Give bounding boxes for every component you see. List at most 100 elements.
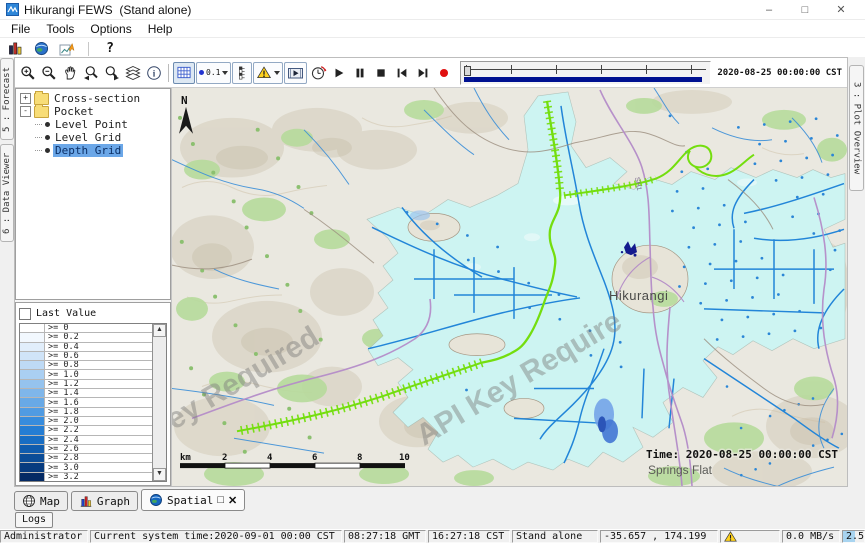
menu-file[interactable]: File <box>3 21 38 37</box>
close-panel-icon[interactable]: ✕ <box>228 494 237 507</box>
expand-icon[interactable]: + <box>20 93 31 104</box>
legend-row[interactable]: >= 0 <box>20 324 152 333</box>
record-icon[interactable] <box>434 62 454 83</box>
gauge-scale-button[interactable] <box>232 62 252 84</box>
skip-to-start-icon[interactable] <box>392 62 412 83</box>
svg-text:10: 10 <box>399 453 410 463</box>
pan-hand-icon[interactable] <box>60 62 80 83</box>
tree-guide <box>35 124 42 125</box>
skip-to-end-icon[interactable] <box>413 62 433 83</box>
timeline-slider[interactable] <box>460 61 711 85</box>
legend-row[interactable]: >= 3.2 <box>20 473 152 481</box>
legend-row[interactable]: >= 2.6 <box>20 445 152 454</box>
tree-item-label: Level Point <box>53 118 130 131</box>
warnings-dropdown[interactable] <box>253 62 283 84</box>
info-icon[interactable]: i <box>144 62 164 83</box>
tree-item-depth-grid[interactable]: Depth Grid <box>31 144 170 157</box>
tab-data-viewer[interactable]: 6 : Data Viewer <box>0 144 14 242</box>
scroll-down-icon[interactable]: ▼ <box>153 468 166 481</box>
zoom-in-icon[interactable] <box>18 62 38 83</box>
legend-threshold-label: >= 2.8 <box>45 454 152 462</box>
legend-row[interactable]: >= 1.4 <box>20 389 152 398</box>
tab-spatial[interactable]: Spatial □ ✕ <box>141 489 245 511</box>
legend-row[interactable]: >= 2.0 <box>20 417 152 426</box>
map-canvas[interactable]: ey Required API Key Require Hikurangi Sp… <box>172 88 847 486</box>
legend-row[interactable]: >= 1.0 <box>20 370 152 379</box>
time-navigator-icon[interactable] <box>308 62 328 83</box>
layer-tree: + Cross-section - Pocket Level Point <box>15 88 171 300</box>
legend-row[interactable]: >= 2.2 <box>20 426 152 435</box>
stop-icon[interactable] <box>371 62 391 83</box>
database-icon[interactable] <box>5 38 25 59</box>
contour-interval-value: 0.1 <box>206 68 220 77</box>
tab-spatial-label: Spatial <box>167 494 213 507</box>
legend-swatch <box>20 343 45 351</box>
minimize-icon[interactable]: – <box>751 1 787 19</box>
status-warning[interactable] <box>720 530 780 543</box>
tab-graph-label: Graph <box>97 495 130 508</box>
tree-item-level-grid[interactable]: Level Grid <box>31 131 170 144</box>
collapse-icon[interactable]: - <box>20 106 31 117</box>
tab-graph[interactable]: Graph <box>71 491 138 511</box>
globe-explorer-icon[interactable] <box>31 38 51 59</box>
checkbox-icon[interactable] <box>19 308 31 320</box>
layers-icon[interactable] <box>123 62 143 83</box>
float-panel-icon[interactable]: □ <box>217 494 224 506</box>
legend-row[interactable]: >= 0.2 <box>20 333 152 342</box>
tree-item-level-point[interactable]: Level Point <box>31 118 170 131</box>
legend-threshold-label: >= 3.2 <box>45 473 152 481</box>
legend-row[interactable]: >= 1.2 <box>20 380 152 389</box>
legend-row[interactable]: >= 0.8 <box>20 361 152 370</box>
help-button[interactable]: ? <box>100 38 120 59</box>
timeline-period-bar <box>464 77 702 82</box>
status-system-time: Current system time:2020-09-01 00:00 CST <box>90 530 342 543</box>
legend-row[interactable]: >= 0.4 <box>20 343 152 352</box>
spatial-display-icon[interactable] <box>57 38 77 59</box>
legend-swatch <box>20 352 45 360</box>
logs-row: Logs <box>0 511 865 529</box>
last-value-option[interactable]: Last Value <box>19 306 167 321</box>
play-icon[interactable] <box>329 62 349 83</box>
legend-swatch <box>20 380 45 388</box>
close-icon[interactable]: ✕ <box>823 1 859 19</box>
zoom-next-icon[interactable] <box>102 62 122 83</box>
grid-display-button[interactable] <box>173 62 195 84</box>
maximize-icon[interactable]: □ <box>787 1 823 19</box>
pause-icon[interactable] <box>350 62 370 83</box>
status-network: 0.0 MB/s <box>782 530 840 543</box>
legend-row[interactable]: >= 1.8 <box>20 408 152 417</box>
legend-threshold-label: >= 1.4 <box>45 389 152 397</box>
bullet-icon <box>45 122 50 127</box>
timeline-track <box>465 69 706 70</box>
legend-row[interactable]: >= 0.6 <box>20 352 152 361</box>
timeline-handle[interactable] <box>464 66 471 76</box>
legend-scrollbar[interactable]: ▲ ▼ <box>152 324 166 481</box>
zoom-previous-icon[interactable] <box>81 62 101 83</box>
status-mode: Stand alone <box>512 530 598 543</box>
menu-options[interactable]: Options <box>82 21 139 37</box>
tab-map[interactable]: Map <box>14 491 68 511</box>
animation-player-button[interactable] <box>284 62 307 84</box>
legend-swatch <box>20 333 45 341</box>
contour-interval-dropdown[interactable]: 0.1 <box>196 62 231 84</box>
legend-threshold-label: >= 0.4 <box>45 343 152 351</box>
scroll-up-icon[interactable]: ▲ <box>153 324 166 337</box>
menu-help[interactable]: Help <box>140 21 181 37</box>
menu-tools[interactable]: Tools <box>38 21 82 37</box>
tab-plot-overview[interactable]: 3 : Plot Overview <box>849 65 864 191</box>
legend-threshold-label: >= 2.6 <box>45 445 152 453</box>
legend-row[interactable]: >= 2.8 <box>20 454 152 463</box>
legend-row[interactable]: >= 3.0 <box>20 463 152 472</box>
zoom-out-icon[interactable] <box>39 62 59 83</box>
town-label: Hikurangi <box>609 288 668 303</box>
value-dot-icon <box>199 70 204 75</box>
timeline-date: 2020-08-25 00:00:00 CST <box>717 68 844 78</box>
logs-button[interactable]: Logs <box>15 512 53 528</box>
bullet-icon <box>45 148 50 153</box>
bullet-icon <box>45 135 50 140</box>
tree-item-pocket[interactable]: - Pocket <box>16 105 170 118</box>
locality-label: Springs Flat <box>648 463 713 477</box>
legend-row[interactable]: >= 1.6 <box>20 398 152 407</box>
legend-row[interactable]: >= 2.4 <box>20 436 152 445</box>
tab-forecast[interactable]: 5 : Forecast <box>0 58 14 140</box>
